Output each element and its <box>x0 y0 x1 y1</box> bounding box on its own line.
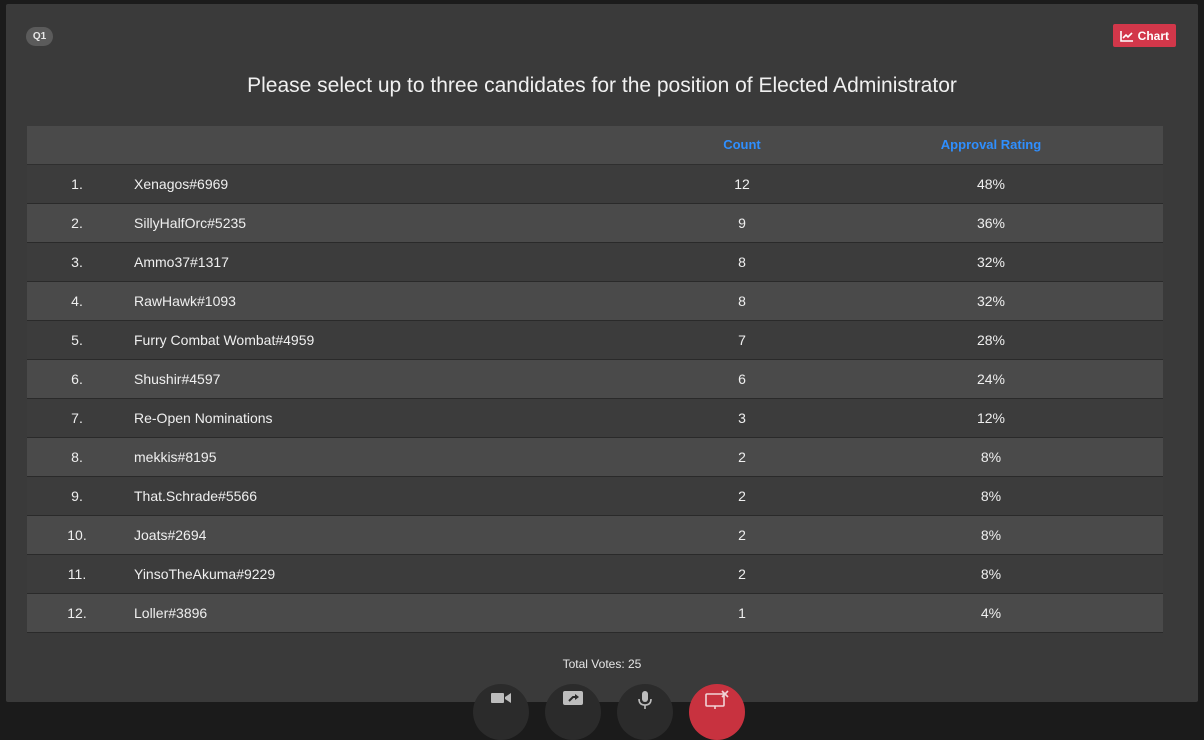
table-row: 3. Ammo37#1317 8 32% <box>27 243 1163 282</box>
vote-count: 3 <box>738 410 746 426</box>
table-header: Count Approval Rating <box>27 126 1163 165</box>
row-rank: 5. <box>71 332 83 348</box>
approval-rating: 4% <box>980 605 1002 621</box>
table-row: 7. Re-Open Nominations 3 12% <box>27 399 1163 438</box>
call-controls-dock <box>0 684 1204 740</box>
row-rank: 10. <box>67 527 87 543</box>
row-rank: 11. <box>67 566 87 582</box>
vote-count: 12 <box>734 176 750 192</box>
candidate-name: RawHawk#1093 <box>134 293 236 309</box>
table-row: 4. RawHawk#1093 8 32% <box>27 282 1163 321</box>
candidate-name: YinsoTheAkuma#9229 <box>134 566 276 582</box>
candidate-name: Re-Open Nominations <box>134 410 273 426</box>
candidate-name: Xenagos#6969 <box>134 176 229 192</box>
approval-rating: 28% <box>976 332 1006 348</box>
poll-question-title: Please select up to three candidates for… <box>247 74 957 97</box>
total-votes: Total Votes: 25 <box>562 657 642 671</box>
approval-rating: 12% <box>976 410 1006 426</box>
line-chart-icon <box>1119 30 1134 42</box>
vote-count: 2 <box>738 527 746 543</box>
approval-rating: 8% <box>980 449 1002 465</box>
table-row: 12. Loller#3896 1 4% <box>27 594 1163 633</box>
row-rank: 4. <box>71 293 83 309</box>
approval-rating: 8% <box>980 566 1002 582</box>
row-rank: 7. <box>71 410 83 426</box>
row-rank: 1. <box>71 176 83 192</box>
table-body: 1. Xenagos#6969 12 48% 2. SillyHalfOrc#5235 9 3… <box>27 165 1163 633</box>
vote-count: 9 <box>738 215 746 231</box>
vote-count: 2 <box>738 488 746 504</box>
candidate-name: SillyHalfOrc#5235 <box>134 215 247 231</box>
table-row: 1. Xenagos#6969 12 48% <box>27 165 1163 204</box>
candidate-name: mekkis#8195 <box>134 449 217 465</box>
row-rank: 8. <box>71 449 83 465</box>
microphone-icon <box>637 690 653 710</box>
candidate-name: Ammo37#1317 <box>134 254 229 270</box>
vote-count: 6 <box>738 371 746 387</box>
camera-button[interactable] <box>473 684 529 740</box>
approval-rating: 8% <box>980 527 1002 543</box>
table-row: 5. Furry Combat Wombat#4959 7 28% <box>27 321 1163 360</box>
microphone-button[interactable] <box>617 684 673 740</box>
candidate-name: Loller#3896 <box>134 605 208 621</box>
vote-count: 2 <box>738 449 746 465</box>
share-screen-button[interactable] <box>545 684 601 740</box>
table-row: 2. SillyHalfOrc#5235 9 36% <box>27 204 1163 243</box>
row-rank: 9. <box>71 488 83 504</box>
stop-sharing-button[interactable] <box>689 684 745 740</box>
vote-count: 8 <box>738 293 746 309</box>
row-rank: 3. <box>71 254 83 270</box>
vote-count: 8 <box>738 254 746 270</box>
approval-rating: 8% <box>980 488 1002 504</box>
stop-sharing-icon <box>705 690 729 710</box>
approval-rating: 32% <box>976 293 1006 309</box>
vote-count: 7 <box>738 332 746 348</box>
candidate-name: Furry Combat Wombat#4959 <box>134 332 315 348</box>
candidate-name: Joats#2694 <box>134 527 207 543</box>
results-table: Count Approval Rating 1. Xenagos#6969 12 48… <box>27 126 1163 633</box>
approval-rating: 36% <box>976 215 1006 231</box>
row-rank: 6. <box>71 371 83 387</box>
chart-button-label: Chart <box>1137 28 1169 43</box>
table-row: 11. YinsoTheAkuma#9229 2 8% <box>27 555 1163 594</box>
vote-count: 2 <box>738 566 746 582</box>
table-row: 6. Shushir#4597 6 24% <box>27 360 1163 399</box>
vote-count: 1 <box>738 605 746 621</box>
chart-button[interactable]: Chart <box>1112 24 1176 47</box>
table-row: 9. That.Schrade#5566 2 8% <box>27 477 1163 516</box>
approval-rating: 24% <box>976 371 1006 387</box>
approval-rating-column-header: Approval Rating <box>940 137 1042 152</box>
candidate-name: Shushir#4597 <box>134 371 221 387</box>
count-column-header: Count <box>723 137 761 152</box>
table-row: 10. Joats#2694 2 8% <box>27 516 1163 555</box>
camera-icon <box>490 690 512 706</box>
approval-rating: 32% <box>976 254 1006 270</box>
approval-rating: 48% <box>976 176 1006 192</box>
row-rank: 2. <box>71 215 83 231</box>
question-badge: Q1 <box>26 27 53 46</box>
row-rank: 12. <box>67 605 87 621</box>
table-row: 8. mekkis#8195 2 8% <box>27 438 1163 477</box>
share-screen-icon <box>562 690 584 708</box>
candidate-name: That.Schrade#5566 <box>134 488 257 504</box>
